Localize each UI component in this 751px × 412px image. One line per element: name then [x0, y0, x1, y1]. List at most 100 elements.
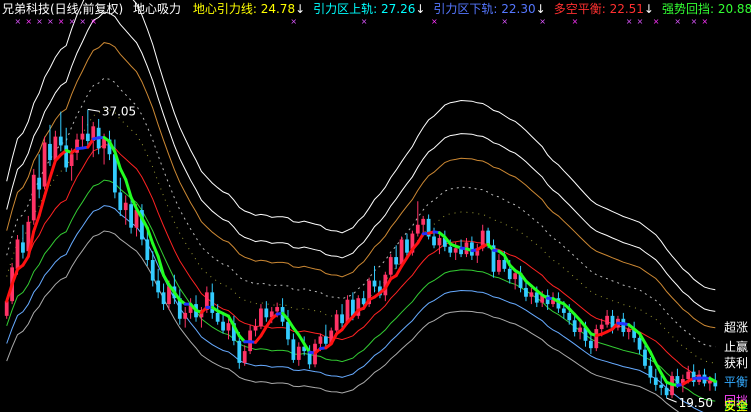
signal-marker: × — [69, 17, 76, 26]
low-price-label: 19.50 — [679, 396, 713, 410]
candle-body — [686, 371, 691, 380]
band-label: 平衡 — [724, 375, 748, 389]
band-line — [6, 11, 716, 312]
candle-body — [529, 292, 534, 297]
down-arrow-icon: ↓ — [643, 2, 654, 16]
candle-body — [399, 239, 404, 265]
band-line — [6, 77, 716, 348]
candle-body — [150, 260, 155, 281]
candle-body — [31, 174, 36, 221]
trend-line-segment — [394, 264, 404, 278]
signal-marker: × — [15, 17, 22, 26]
candle-body — [21, 242, 25, 253]
trend-line-segment — [37, 194, 47, 218]
candle-body — [513, 273, 518, 280]
candle-body — [259, 308, 263, 327]
candle-body — [215, 312, 220, 322]
candle-body — [524, 287, 528, 297]
signal-marker: × — [674, 17, 681, 26]
candle-body — [534, 292, 539, 303]
signal-marker: × — [58, 17, 65, 26]
indicator-name: 地心吸力 — [133, 2, 182, 16]
band-line — [6, 143, 716, 383]
candle-body — [594, 329, 599, 349]
candle-body — [37, 177, 42, 190]
signal-marker: × — [290, 17, 297, 26]
candle-body — [323, 336, 328, 344]
candle-body — [253, 326, 258, 331]
indicator-item: 引力区下轨: 22.30↓ — [433, 2, 545, 16]
candle-body — [156, 280, 161, 293]
candle-body — [145, 239, 150, 261]
candle-body — [275, 307, 280, 312]
candle-body — [648, 365, 653, 378]
signal-marker: × — [637, 17, 644, 26]
candle-body — [599, 324, 604, 330]
signal-marker: × — [691, 17, 698, 26]
indicator-item: 多空平衡: 22.51↓ — [554, 2, 654, 16]
indicator-value: 22.30 — [501, 2, 536, 16]
indicator-value: 24.78 — [260, 2, 296, 16]
band-line — [6, 42, 716, 329]
band-label: 获利 — [724, 356, 748, 370]
down-arrow-icon: ↓ — [415, 2, 426, 16]
candle-body — [643, 349, 647, 366]
indicator-header: 兄弟科技(日线,前复权) 地心吸力 地心引力线: 24.78↓ 引力区上轨: 27… — [2, 1, 751, 17]
candle-body — [453, 248, 458, 253]
signal-marker: × — [25, 17, 32, 26]
band-line — [6, 0, 716, 291]
low-pointer — [666, 397, 677, 403]
candle-body — [448, 246, 453, 253]
candle-body — [394, 257, 399, 265]
candle-body — [226, 323, 231, 331]
candle-body — [372, 280, 377, 287]
chart-window: 37.05 19.50 × × × × × × × × × × × × × × × × × × × × 超涨 止赢 获利 平衡 回挡… — [0, 0, 751, 412]
signal-marker: × — [361, 17, 368, 26]
high-price-label: 37.05 — [102, 104, 136, 118]
indicator-label: 地心引力线: — [192, 2, 261, 16]
indicator-label: 引力区下轨: — [433, 2, 502, 16]
candle-body — [653, 377, 658, 385]
indicator-item: 引力区上轨: 27.26↓ — [313, 2, 425, 16]
trend-line-segment — [118, 167, 128, 182]
candle-body — [183, 312, 188, 319]
candle-body — [69, 154, 74, 166]
candle-body — [415, 224, 420, 234]
indicator-label: 多空平衡: — [553, 2, 610, 16]
candle-body — [318, 336, 323, 344]
candle-body — [242, 351, 247, 363]
candle-body — [291, 339, 296, 360]
candle-body — [437, 237, 442, 246]
candle-body — [502, 260, 507, 269]
down-arrow-icon: ↓ — [535, 2, 546, 16]
candle-body — [15, 239, 20, 269]
candlestick-chart[interactable]: 37.0519.50× × × × × × × × × × × × × × × × × × × ×超涨止赢获利平衡回挡… — [0, 0, 751, 412]
candle-body — [264, 308, 269, 318]
candle-body — [567, 312, 572, 321]
candle-body — [53, 136, 58, 161]
candle-body — [507, 268, 512, 280]
candle-body — [340, 314, 344, 324]
candle-body — [637, 337, 642, 350]
band-label: 超涨 — [724, 320, 748, 335]
candle-body — [123, 202, 128, 211]
indicator-item: 强势回挡: 20.88↓ — [662, 2, 751, 16]
candle-body — [80, 133, 85, 140]
indicator-value: 20.88 — [717, 2, 751, 16]
indicator-value: 22.51 — [609, 2, 644, 16]
candle-body — [361, 298, 366, 305]
candle-body — [4, 301, 9, 316]
candle-body — [48, 143, 52, 161]
trend-line-segment — [297, 333, 306, 346]
candle-body — [161, 292, 166, 305]
candle-body — [405, 239, 409, 253]
high-pointer — [87, 108, 100, 112]
signal-marker: × — [36, 17, 43, 26]
candle-body — [664, 387, 669, 396]
band-label: 安全 — [724, 398, 748, 412]
candle-body — [85, 133, 90, 142]
candle-body — [334, 314, 339, 331]
indicator-label: 强势回挡: — [661, 2, 718, 16]
candle-body — [578, 327, 582, 333]
candle-body — [497, 260, 501, 272]
